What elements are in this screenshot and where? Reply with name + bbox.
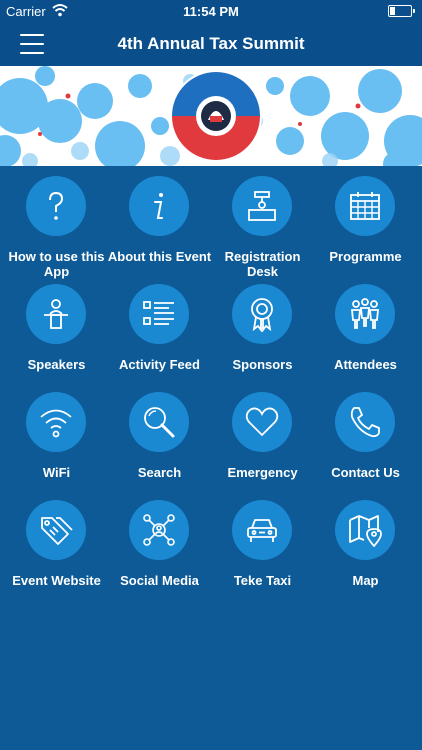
tile-about-event[interactable]: About this Event xyxy=(107,176,212,284)
tile-label: Teke Taxi xyxy=(233,573,292,588)
tile-speakers[interactable]: Speakers xyxy=(4,284,109,392)
tile-label: How to use this App xyxy=(8,249,105,279)
tile-label: Activity Feed xyxy=(119,357,200,372)
list-icon xyxy=(129,284,189,344)
tile-registration-desk[interactable]: Registration Desk xyxy=(210,176,315,284)
network-icon xyxy=(129,500,189,560)
tile-label: Speakers xyxy=(27,357,86,372)
tile-wifi[interactable]: WiFi xyxy=(4,392,109,500)
tile-label: Search xyxy=(137,465,182,480)
hamburger-icon[interactable] xyxy=(20,34,44,54)
info-icon xyxy=(129,176,189,236)
tile-contact-us[interactable]: Contact Us xyxy=(313,392,418,500)
status-bar: Carrier 11:54 PM xyxy=(0,0,422,22)
heart-icon xyxy=(232,392,292,452)
question-icon xyxy=(26,176,86,236)
tile-sponsors[interactable]: Sponsors xyxy=(210,284,315,392)
battery-icon xyxy=(388,5,415,17)
award-ribbon-icon xyxy=(232,284,292,344)
nav-bar: 4th Annual Tax Summit xyxy=(0,22,422,66)
tile-label: About this Event xyxy=(107,249,212,264)
people-icon xyxy=(335,284,395,344)
tile-event-website[interactable]: Event Website xyxy=(4,500,109,608)
tile-how-to-use[interactable]: How to use this App xyxy=(4,176,109,284)
phone-icon xyxy=(335,392,395,452)
tile-label: Attendees xyxy=(334,357,397,372)
tile-label: Programme xyxy=(329,249,402,264)
tile-attendees[interactable]: Attendees xyxy=(313,284,418,392)
tags-icon xyxy=(26,500,86,560)
tile-emergency[interactable]: Emergency xyxy=(210,392,315,500)
search-icon xyxy=(129,392,189,452)
event-banner xyxy=(0,66,422,166)
tile-map[interactable]: Map xyxy=(313,500,418,608)
tile-label: Registration Desk xyxy=(224,249,301,279)
tile-activity-feed[interactable]: Activity Feed xyxy=(107,284,212,392)
calendar-icon xyxy=(335,176,395,236)
map-pin-icon xyxy=(335,500,395,560)
page-title: 4th Annual Tax Summit xyxy=(117,34,305,53)
tile-label: Sponsors xyxy=(232,357,293,372)
tile-label: WiFi xyxy=(42,465,71,480)
tile-search[interactable]: Search xyxy=(107,392,212,500)
tile-label: Contact Us xyxy=(331,465,400,480)
tile-teke-taxi[interactable]: Teke Taxi xyxy=(210,500,315,608)
speaker-podium-icon xyxy=(26,284,86,344)
tile-label: Map xyxy=(352,573,379,588)
car-icon xyxy=(232,500,292,560)
summit-logo xyxy=(170,70,262,162)
status-time: 11:54 PM xyxy=(183,4,239,19)
tile-social-media[interactable]: Social Media xyxy=(107,500,212,608)
wifi-icon xyxy=(26,392,86,452)
tile-label: Emergency xyxy=(227,465,298,480)
tile-label: Event Website xyxy=(12,573,101,588)
tile-programme[interactable]: Programme xyxy=(313,176,418,284)
tile-label: Social Media xyxy=(120,573,199,588)
registration-desk-icon xyxy=(232,176,292,236)
